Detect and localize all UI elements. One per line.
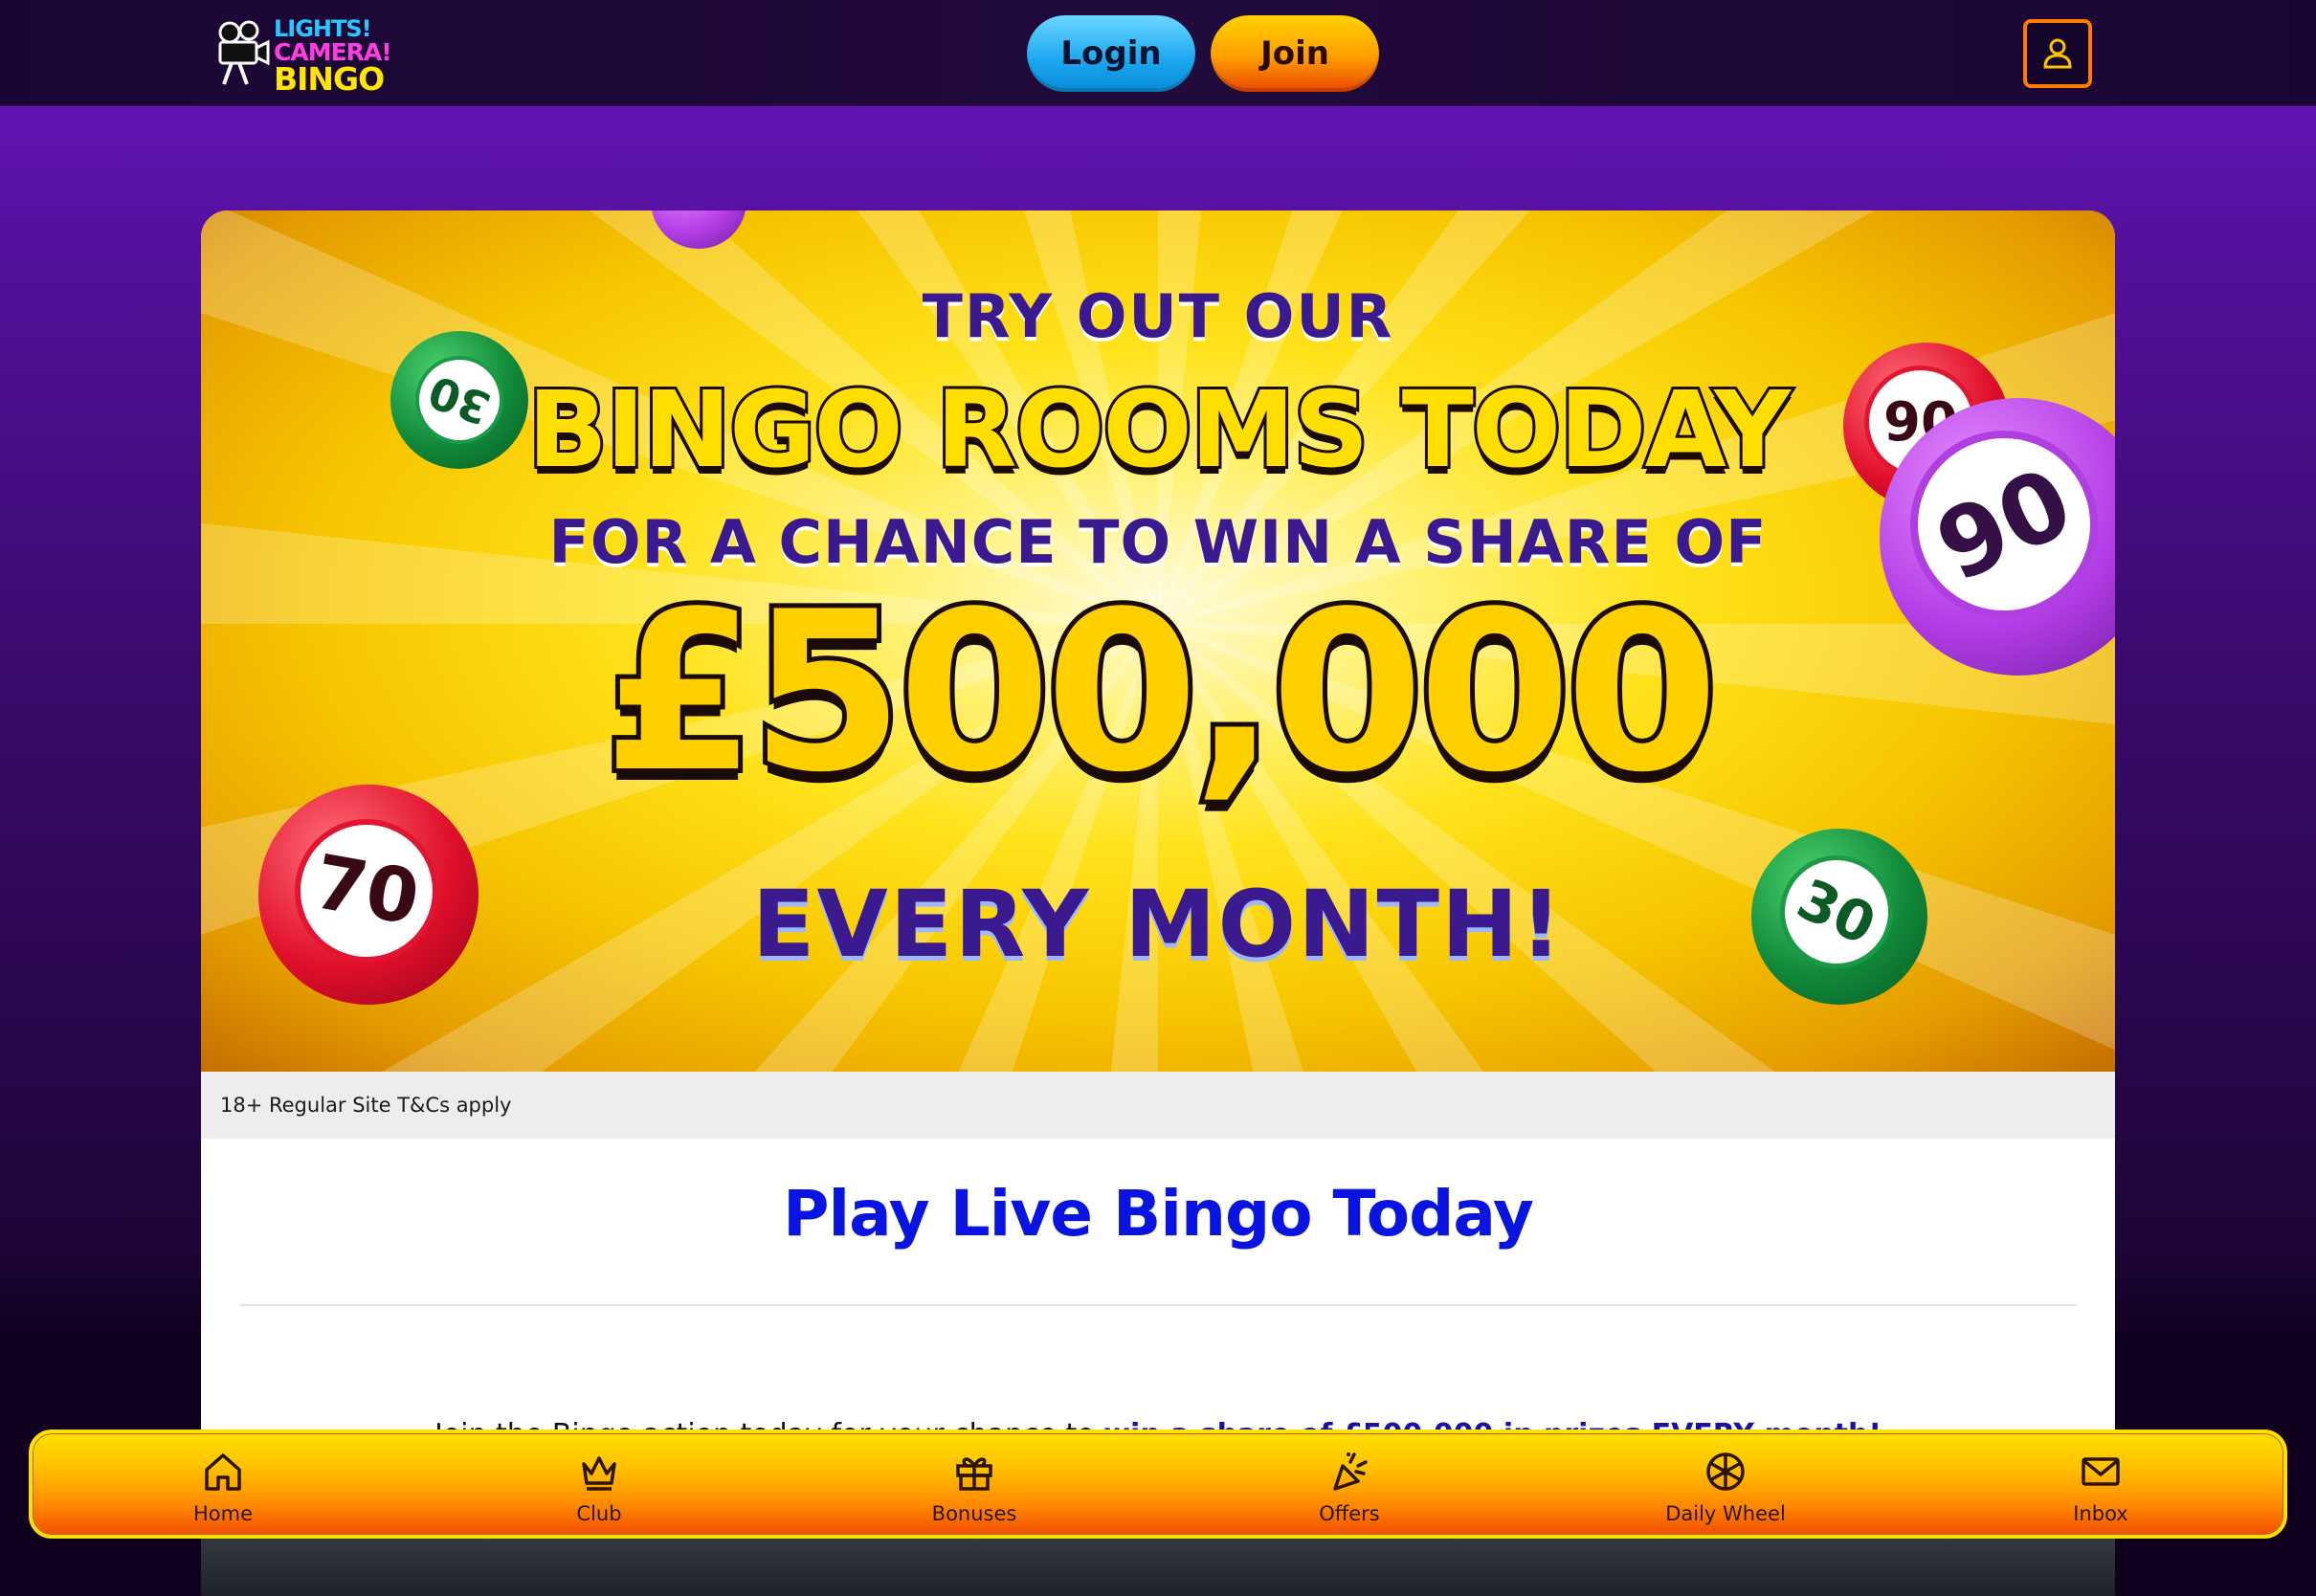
site-header: LIGHTS! CAMERA! BINGO Login Join [0,0,2316,106]
gift-icon [956,1457,992,1491]
mail-icon [2082,1457,2120,1486]
nav-item-offers[interactable]: Offers [1254,1433,1445,1535]
site-logo[interactable]: LIGHTS! CAMERA! BINGO [216,13,392,98]
nav-label-home: Home [192,1502,253,1525]
nav-label-offers: Offers [1319,1502,1380,1525]
banner-heading-line-5: EVERY MONTH! [751,871,1565,978]
banner-prize-amount: £500,000 [598,565,1724,821]
home-icon [205,1453,241,1491]
film-camera-icon [218,20,270,85]
nav-label-bonuses: Bonuses [931,1502,1017,1525]
nav-label-daily-wheel: Daily Wheel [1665,1502,1786,1525]
nav-item-daily-wheel[interactable]: Daily Wheel [1630,1433,1821,1535]
section-divider [239,1304,2077,1306]
content-card: 30 70 30 90 90 TRY OUT OUR BINGO ROOMS T… [201,211,2115,1596]
nav-item-club[interactable]: Club [503,1433,695,1535]
bottom-navigation: Home Club Bonuses Offers Daily Wheel Inb… [29,1430,2287,1539]
nav-item-inbox[interactable]: Inbox [2005,1433,2196,1535]
terms-notice: 18+ Regular Site T&Cs apply [201,1072,2115,1139]
logo-line-lights: LIGHTS! [274,15,372,42]
page-title: Play Live Bingo Today [783,1177,1534,1251]
promo-banner[interactable]: 30 70 30 90 90 TRY OUT OUR BINGO ROOMS T… [201,211,2115,1072]
crown-icon [582,1456,616,1491]
login-button[interactable]: Login [1027,15,1195,92]
nav-item-home[interactable]: Home [127,1433,319,1535]
banner-heading-line-2: BINGO ROOMS TODAY [524,366,1793,494]
account-button[interactable] [2019,15,2096,92]
party-popper-icon [1333,1452,1368,1491]
logo-line-bingo: BINGO [274,60,385,98]
nav-item-bonuses[interactable]: Bonuses [879,1433,1070,1535]
join-button[interactable]: Join [1211,15,1379,92]
banner-heading-line-1: TRY OUT OUR [922,281,1394,351]
nav-label-club: Club [576,1502,622,1525]
nav-label-inbox: Inbox [2073,1502,2128,1525]
user-icon [2043,38,2072,69]
wheel-icon [1706,1452,1745,1491]
